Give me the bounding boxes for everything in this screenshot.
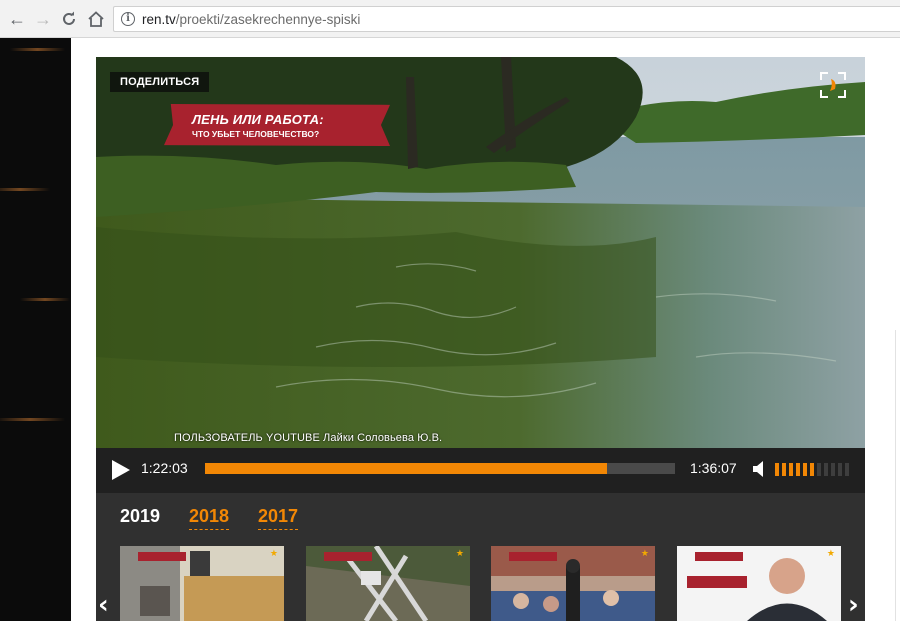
volume-bar[interactable]	[838, 463, 842, 476]
url-host: ren.tv	[142, 12, 176, 27]
share-button[interactable]: ПОДЕЛИТЬСЯ	[110, 72, 210, 92]
volume-icon[interactable]	[753, 460, 767, 478]
player-controls: 1:22:03 1:36:07	[96, 448, 865, 493]
episodes-panel: 2019 2018 2017 ★ ★ ★ ★ ‹ ›	[96, 493, 865, 621]
play-icon[interactable]	[111, 459, 131, 481]
volume-bar[interactable]	[782, 463, 786, 476]
site-info-icon[interactable]: i	[121, 12, 135, 26]
year-tab-2018[interactable]: 2018	[189, 506, 230, 530]
fullscreen-icon[interactable]	[819, 71, 847, 99]
progress-bar[interactable]	[205, 463, 675, 474]
total-time: 1:36:07	[690, 460, 737, 476]
back-arrow-icon[interactable]: ←	[6, 8, 28, 30]
year-tab-2019[interactable]: 2019	[120, 506, 160, 527]
episode-thumbnail[interactable]: ★	[491, 546, 655, 621]
browser-toolbar: ← → i ren.tv/proekti/zasekrechennye-spis…	[0, 0, 900, 38]
current-time: 1:22:03	[141, 460, 188, 476]
volume-bar[interactable]	[775, 463, 779, 476]
banner-title: ЛЕНЬ ИЛИ РАБОТА:	[192, 112, 324, 127]
progress-fill	[205, 463, 607, 474]
episode-thumbnail[interactable]: ★	[120, 546, 284, 621]
video-credit: ПОЛЬЗОВАТЕЛЬ YOUTUBE Лайки Соловьева Ю.В…	[174, 432, 443, 444]
banner-subtitle: ЧТО УБЬЕТ ЧЕЛОВЕЧЕСТВО?	[192, 129, 320, 139]
address-bar[interactable]: i ren.tv/proekti/zasekrechennye-spiski	[113, 6, 900, 32]
url-text: ren.tv/proekti/zasekrechennye-spiski	[142, 12, 360, 27]
home-icon[interactable]	[85, 8, 107, 30]
page-scroll-edge	[895, 330, 900, 621]
year-tab-2017[interactable]: 2017	[258, 506, 299, 530]
volume-bar[interactable]	[831, 463, 835, 476]
volume-bar[interactable]	[824, 463, 828, 476]
url-path: /proekti/zasekrechennye-spiski	[175, 12, 361, 27]
carousel-next-icon[interactable]: ›	[848, 590, 859, 620]
page-background-left	[0, 38, 71, 621]
volume-bar[interactable]	[845, 463, 849, 476]
volume-slider[interactable]	[775, 463, 849, 477]
volume-bar[interactable]	[803, 463, 807, 476]
video-player[interactable]: ПОДЕЛИТЬСЯ ЛЕНЬ ИЛИ РАБОТА: ЧТО УБЬЕТ ЧЕ…	[96, 57, 865, 493]
volume-bar[interactable]	[796, 463, 800, 476]
carousel-prev-icon[interactable]: ‹	[98, 590, 109, 620]
volume-bar[interactable]	[810, 463, 814, 476]
forward-arrow-icon[interactable]: →	[32, 8, 54, 30]
reload-icon[interactable]	[58, 8, 80, 30]
episode-thumbnail[interactable]: ★	[306, 546, 470, 621]
episode-thumbnail[interactable]: ★	[677, 546, 841, 621]
volume-bar[interactable]	[817, 463, 821, 476]
volume-bar[interactable]	[789, 463, 793, 476]
